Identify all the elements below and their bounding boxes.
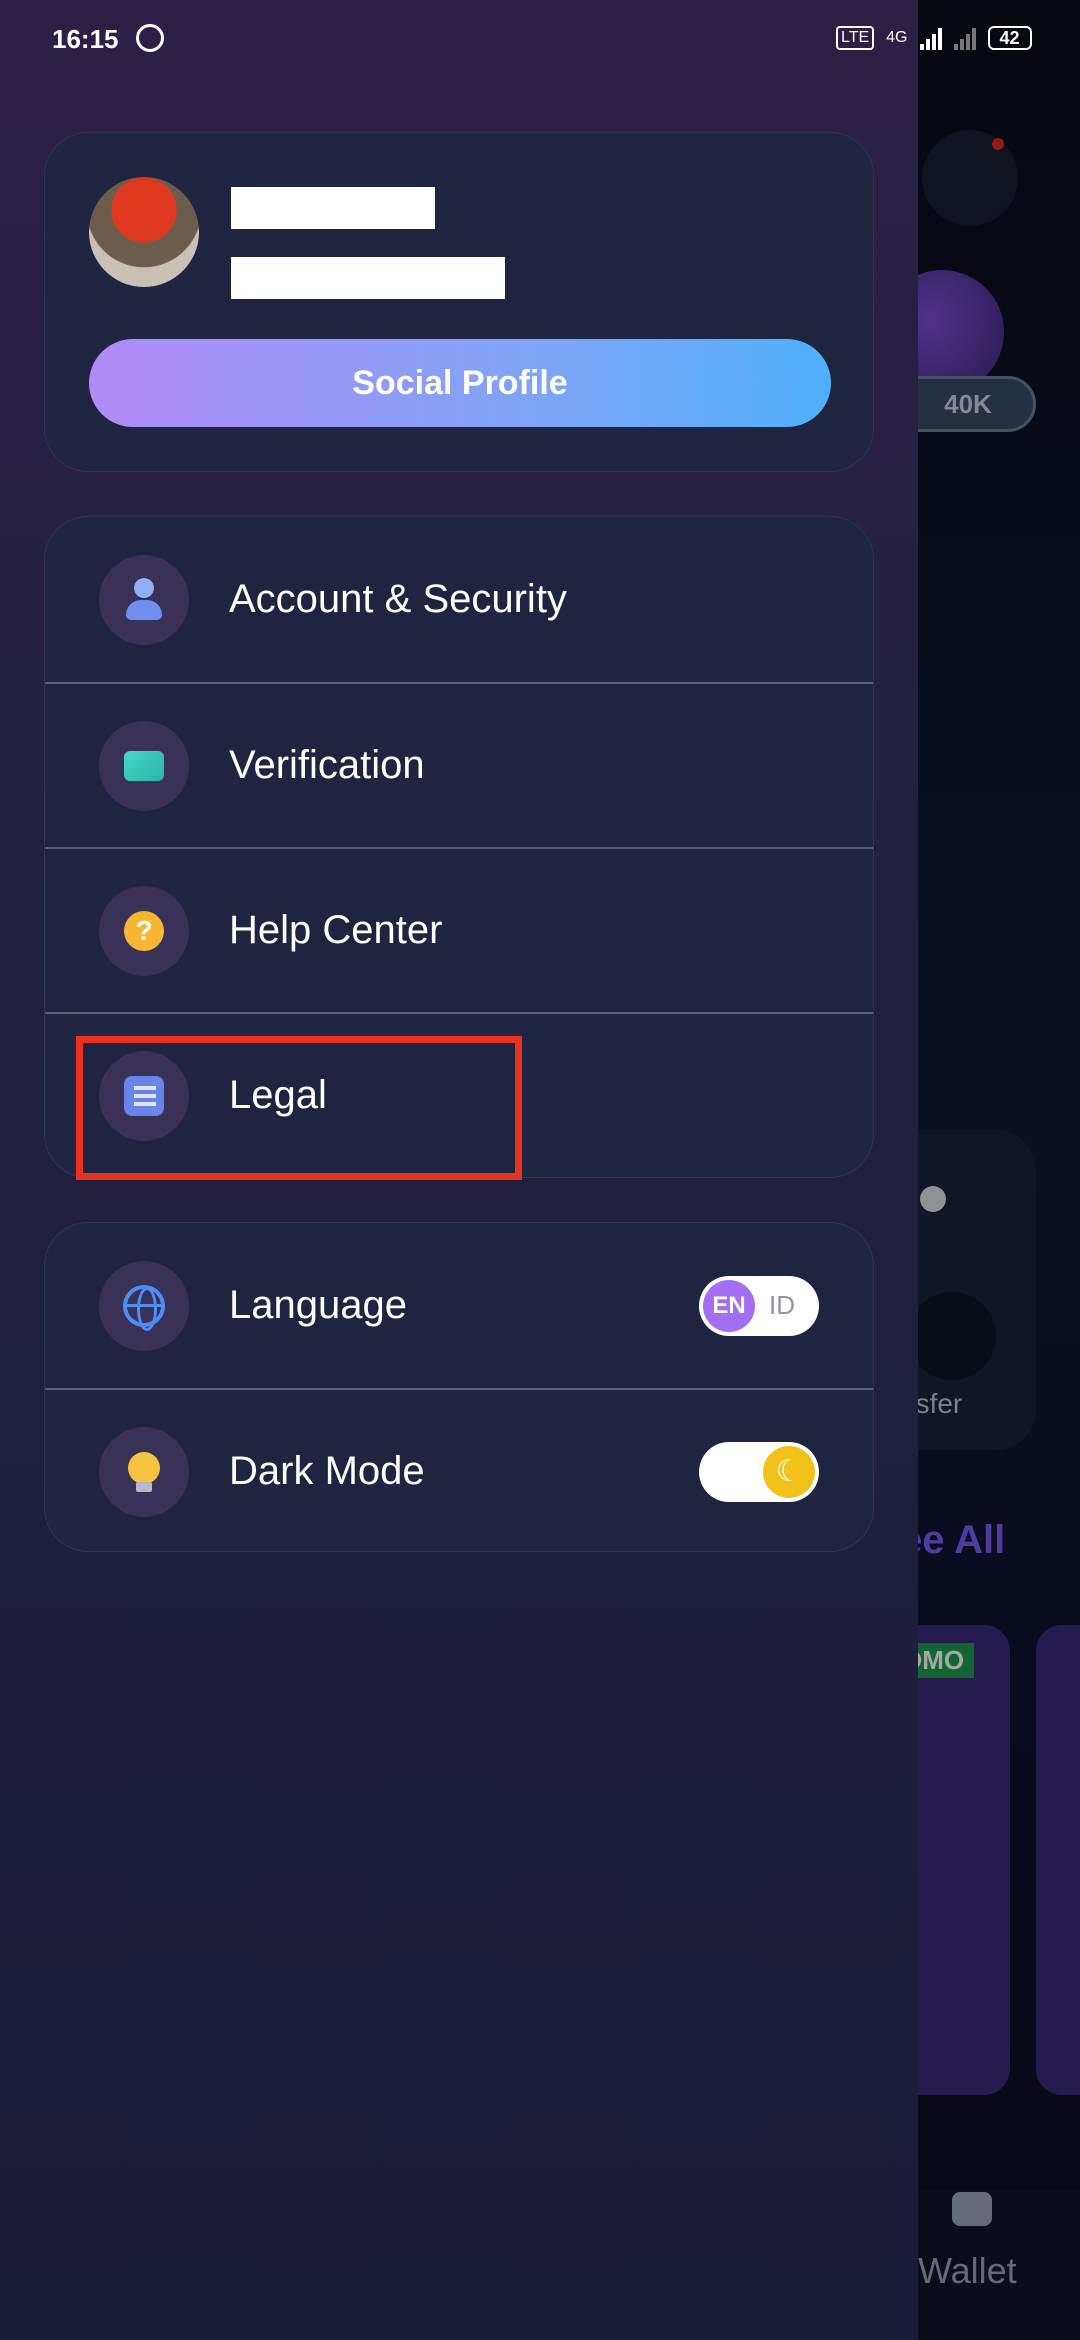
globe-icon — [99, 1260, 189, 1351]
language-toggle[interactable]: EN ID — [699, 1275, 819, 1336]
dark-mode-toggle[interactable]: ☾ — [699, 1441, 819, 1502]
menu-item-label: Verification — [229, 743, 425, 787]
status-bar: 16:15 LTE 4G 42 — [0, 0, 1080, 80]
bulb-icon — [99, 1426, 189, 1517]
settings-card: Language EN ID Dark Mode ☾ — [44, 1222, 874, 1552]
avatar[interactable] — [89, 177, 199, 287]
language-id-option[interactable]: ID — [769, 1290, 795, 1321]
menu-item-label: Help Center — [229, 908, 443, 952]
status-icons: LTE 4G 42 — [836, 26, 1032, 50]
setting-label: Dark Mode — [229, 1449, 425, 1493]
menu-item-account-security[interactable]: Account & Security — [45, 517, 873, 682]
moon-icon: ☾ — [763, 1445, 815, 1498]
signal-icon-sim2 — [953, 26, 976, 50]
network-type: 4G — [886, 29, 908, 46]
alarm-icon — [136, 24, 164, 52]
setting-language[interactable]: Language EN ID — [45, 1223, 873, 1388]
menu-item-verification[interactable]: Verification — [45, 682, 873, 847]
setting-dark-mode[interactable]: Dark Mode ☾ — [45, 1388, 873, 1551]
redacted-username — [231, 187, 435, 229]
volte-icon: LTE — [836, 26, 875, 50]
redacted-user-id — [231, 257, 505, 299]
menu-item-help-center[interactable]: ? Help Center — [45, 847, 873, 1012]
legal-highlight-box — [76, 1036, 522, 1180]
side-drawer: Social Profile Account & Security Verifi… — [0, 0, 918, 2340]
profile-card: Social Profile — [44, 132, 874, 472]
status-time: 16:15 — [52, 24, 119, 54]
battery-icon: 42 — [987, 26, 1032, 50]
menu-item-label: Account & Security — [229, 577, 567, 621]
language-en-option[interactable]: EN — [703, 1279, 755, 1332]
social-profile-button[interactable]: Social Profile — [89, 339, 831, 427]
setting-label: Language — [229, 1283, 407, 1327]
user-icon — [99, 554, 189, 645]
help-icon: ? — [99, 885, 189, 976]
signal-icon — [919, 26, 942, 50]
id-card-icon — [99, 720, 189, 811]
